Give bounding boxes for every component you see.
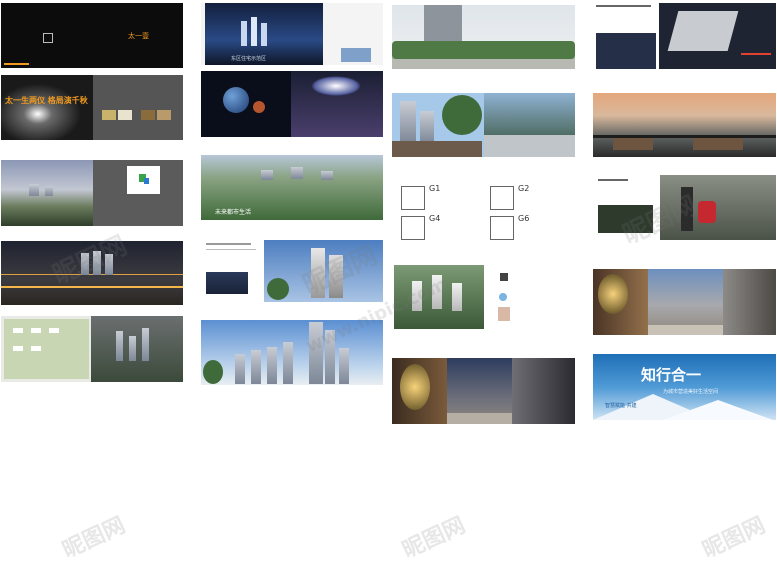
panel-dark-cover[interactable]: 太一壹 (1, 3, 183, 68)
panel-shopping-street[interactable] (392, 358, 575, 424)
panel-model-aerial[interactable] (392, 265, 575, 329)
floorplan-label-g1: G1 (429, 184, 441, 193)
person-figure-icon (681, 187, 693, 231)
panel-banner-mountain[interactable]: 知行合一 为城市营造美好生活空间 智慧赋能 共建 (593, 354, 776, 420)
cover-footer-line (4, 63, 29, 65)
floorplan-g6[interactable] (490, 216, 514, 240)
panel-headline[interactable]: 太一生两仪 格局演千秋 (1, 75, 183, 140)
watermark-6: 昵图网 (398, 512, 470, 564)
banner-tagline: 智慧赋能 共建 (605, 403, 637, 409)
panel-floorplan-3d[interactable] (593, 3, 776, 69)
panel-floorplans[interactable]: G1 G2 G4 G6 (392, 178, 575, 243)
headline-text: 太一生两仪 格局演千秋 (5, 96, 88, 105)
material-swatch-1 (102, 110, 116, 120)
skyline-caption: 东区住宅示范区 (231, 56, 267, 62)
panel-plaza-day[interactable] (392, 93, 575, 157)
panel-street-tower[interactable] (392, 5, 575, 69)
floorplan-g4[interactable] (401, 216, 425, 240)
panel-night-aerial[interactable] (1, 241, 183, 305)
panel-city-towers[interactable] (201, 320, 383, 385)
panel-planets[interactable] (201, 71, 383, 137)
floorplan-label-g6: G6 (518, 214, 530, 223)
panel-night-skyline[interactable]: 东区住宅示范区 (201, 3, 383, 65)
watermark-5: 昵图网 (58, 512, 130, 564)
floorplan-label-g4: G4 (429, 214, 441, 223)
planet-earth-icon (223, 87, 249, 113)
panel-masterplan[interactable] (1, 316, 183, 382)
banner-title: 知行合一 (641, 366, 702, 384)
panel-aerial-green[interactable]: 未来都市生活 (201, 155, 383, 220)
floorplan-g2[interactable] (490, 186, 514, 210)
material-swatch-2 (118, 110, 132, 120)
cover-title: 太一壹 (128, 32, 149, 40)
panel-lifestyle[interactable] (593, 175, 776, 240)
cover-logo-icon (43, 33, 53, 43)
qr-code-icon (500, 273, 508, 281)
aerial-caption: 未来都市生活 (215, 209, 252, 216)
panel-terrace-sunset[interactable] (593, 93, 776, 157)
floorplan-label-g2: G2 (518, 184, 530, 193)
material-swatch-3 (141, 110, 155, 120)
panel-towers-layout[interactable] (201, 240, 383, 302)
material-swatch-4 (157, 110, 171, 120)
panel-commercial-street[interactable] (593, 269, 776, 335)
floorplan-g1[interactable] (401, 186, 425, 210)
planet-mars-icon (253, 101, 265, 113)
panel-site-photo[interactable] (1, 160, 183, 226)
watermark-7: 昵图网 (698, 512, 770, 564)
contact-avatar (498, 307, 510, 321)
stroller-icon (698, 201, 716, 223)
